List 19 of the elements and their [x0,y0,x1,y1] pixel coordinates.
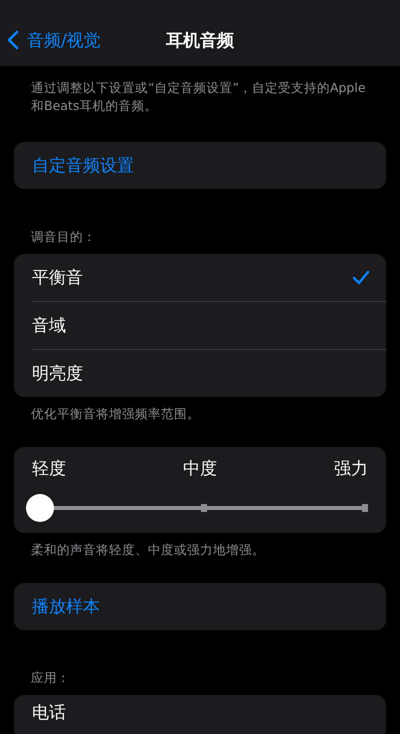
back-chevron-icon [7,30,19,50]
checkmark-icon [352,270,370,285]
strength-label: 轻度 [32,458,66,480]
back-button[interactable]: 音频/视觉 [0,28,101,52]
strength-label: 中度 [183,458,217,480]
strength-footer: 柔和的声音将轻度、中度或强力地增强。 [0,541,400,559]
section-header: 调音目的： [30,229,97,246]
tuning-option[interactable]: 平衡音 [32,254,386,301]
tuning-option[interactable]: 明亮度 [32,349,386,397]
strength-slider[interactable] [26,494,368,522]
slider-thumb[interactable] [26,494,54,522]
tuning-footer: 优化平衡音将增强频率范围。 [0,405,400,423]
intro-text: 通过调整以下设置或“自定音频设置”，自定受支持的Apple和Beats耳机的音频。 [30,79,367,115]
strength-label: 强力 [334,458,368,480]
custom-audio-setup-button[interactable]: 自定音频设置 [14,142,386,189]
section-header: 应用： [30,670,71,687]
screen-title: 耳机音频 [166,30,234,52]
tuning-option[interactable]: 音域 [32,301,386,349]
play-sample-button[interactable]: 播放样本 [14,583,386,630]
